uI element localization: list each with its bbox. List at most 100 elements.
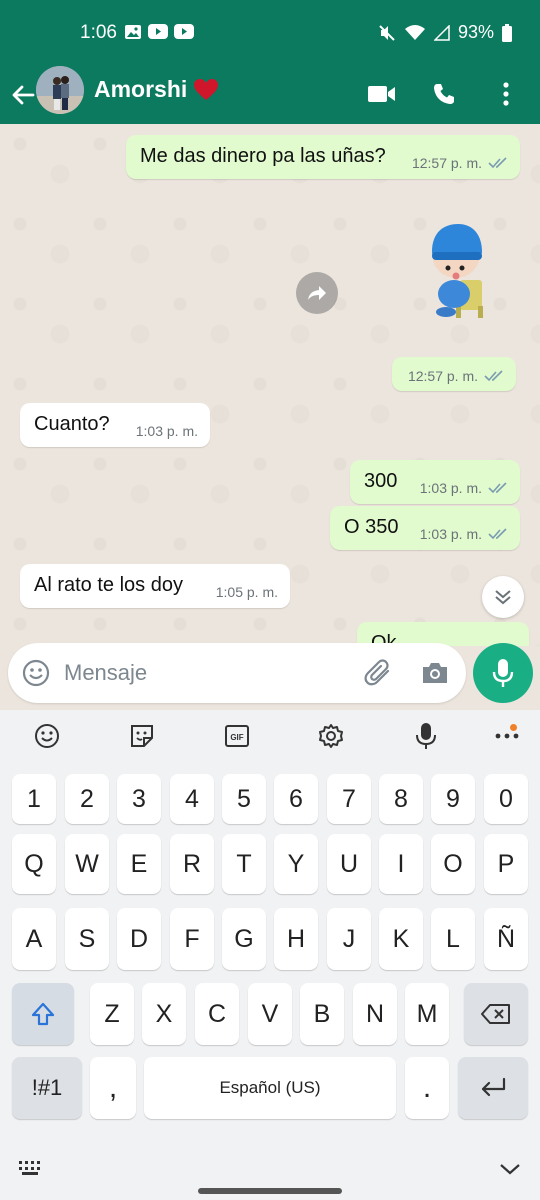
key-1[interactable]: 1 — [12, 774, 56, 824]
backspace-icon — [481, 1004, 510, 1024]
home-gesture-bar[interactable] — [198, 1188, 342, 1194]
attach-button[interactable] — [362, 657, 394, 689]
kb-gif-button[interactable]: GIF — [221, 720, 253, 752]
message-time: 1:03 p. m. — [135, 423, 198, 439]
backspace-key[interactable] — [464, 983, 528, 1045]
message-meta: 1:03 p. m. — [420, 480, 508, 496]
key-a[interactable]: A — [12, 908, 56, 970]
contact-avatar[interactable] — [36, 66, 84, 114]
message-meta: 12:57 p. m. — [408, 368, 504, 384]
voice-message-button[interactable] — [473, 643, 533, 703]
key-h[interactable]: H — [274, 908, 318, 970]
key-n-tilde[interactable]: Ñ — [484, 908, 528, 970]
voice-call-button[interactable] — [428, 74, 460, 114]
key-3[interactable]: 3 — [117, 774, 161, 824]
enter-icon — [481, 1077, 506, 1097]
key-7[interactable]: 7 — [327, 774, 371, 824]
emoji-button[interactable] — [20, 657, 52, 689]
read-ticks-icon — [488, 528, 507, 540]
forward-button[interactable] — [296, 272, 338, 314]
key-r[interactable]: R — [170, 834, 214, 894]
key-f[interactable]: F — [170, 908, 214, 970]
key-k[interactable]: K — [379, 908, 423, 970]
key-0[interactable]: 0 — [484, 774, 528, 824]
kb-emoji-button[interactable] — [31, 720, 63, 752]
key-b[interactable]: B — [300, 983, 344, 1045]
contact-name[interactable]: Amorshi — [94, 76, 219, 103]
key-d[interactable]: D — [117, 908, 161, 970]
message-bubble-outgoing[interactable]: Me das dinero pa las uñas? 12:57 p. m. — [126, 135, 520, 179]
kb-sticker-button[interactable] — [126, 720, 158, 752]
key-9[interactable]: 9 — [431, 774, 475, 824]
key-j[interactable]: J — [327, 908, 371, 970]
key-o[interactable]: O — [431, 834, 475, 894]
key-8[interactable]: 8 — [379, 774, 423, 824]
key-p[interactable]: P — [484, 834, 528, 894]
double-chevron-down-icon — [495, 590, 511, 605]
key-5[interactable]: 5 — [222, 774, 266, 824]
key-n[interactable]: N — [353, 983, 397, 1045]
key-4[interactable]: 4 — [170, 774, 214, 824]
enter-key[interactable] — [458, 1057, 528, 1119]
battery-icon — [502, 23, 512, 42]
period-key[interactable]: . — [405, 1057, 449, 1119]
emoji-icon — [22, 659, 50, 687]
sticker-message[interactable] — [420, 218, 496, 322]
key-u[interactable]: U — [327, 834, 371, 894]
phone-call-icon — [434, 84, 454, 104]
shift-key[interactable] — [12, 983, 74, 1045]
voice-input-icon — [416, 723, 436, 749]
shift-arrow-icon — [31, 1002, 55, 1026]
key-e[interactable]: E — [117, 834, 161, 894]
message-bubble-incoming[interactable]: Al rato te los doy 1:05 p. m. — [20, 564, 290, 608]
contact-name-text: Amorshi — [94, 76, 188, 102]
key-6[interactable]: 6 — [274, 774, 318, 824]
back-button[interactable] — [8, 74, 38, 116]
message-time: 1:05 p. m. — [215, 584, 278, 600]
message-bubble-incoming[interactable]: Cuanto? 1:03 p. m. — [20, 403, 210, 447]
hide-keyboard-button[interactable] — [494, 1156, 526, 1182]
symbols-key[interactable]: !#1 — [12, 1057, 82, 1119]
more-icon — [495, 733, 519, 739]
video-call-button[interactable] — [366, 74, 398, 114]
youtube-icon — [174, 24, 194, 39]
key-w[interactable]: W — [65, 834, 109, 894]
chat-header: Amorshi — [0, 66, 540, 124]
sticker-icon — [131, 725, 153, 747]
key-2[interactable]: 2 — [65, 774, 109, 824]
youtube-icon — [148, 24, 168, 39]
kb-more-button[interactable] — [491, 720, 523, 752]
key-t[interactable]: T — [222, 834, 266, 894]
scroll-to-bottom-button[interactable] — [482, 576, 524, 618]
keyboard-switch-button[interactable] — [16, 1156, 46, 1180]
kb-settings-button[interactable] — [315, 720, 347, 752]
message-input[interactable] — [64, 653, 344, 693]
comma-key[interactable]: , — [90, 1057, 136, 1119]
key-v[interactable]: V — [248, 983, 292, 1045]
message-time: 12:57 p. m. — [407, 368, 478, 384]
on-screen-keyboard: GIF 1 2 3 4 5 6 7 8 9 0 Q W E R T Y U I … — [0, 710, 540, 1200]
status-bar: 1:06 93% — [0, 0, 540, 66]
key-g[interactable]: G — [222, 908, 266, 970]
key-s[interactable]: S — [65, 908, 109, 970]
message-bubble-outgoing[interactable]: O 350 1:03 p. m. — [330, 506, 520, 550]
key-z[interactable]: Z — [90, 983, 134, 1045]
key-y[interactable]: Y — [274, 834, 318, 894]
key-m[interactable]: M — [405, 983, 449, 1045]
read-ticks-icon — [488, 157, 507, 169]
key-c[interactable]: C — [195, 983, 239, 1045]
space-key[interactable]: Español (US) — [144, 1057, 396, 1119]
status-time: 1:06 — [80, 22, 117, 43]
key-i[interactable]: I — [379, 834, 423, 894]
more-options-icon — [503, 82, 509, 106]
key-x[interactable]: X — [142, 983, 186, 1045]
more-options-button[interactable] — [490, 74, 522, 114]
key-q[interactable]: Q — [12, 834, 56, 894]
message-list[interactable]: Me das dinero pa las uñas? 12:57 p. m. 1… — [0, 124, 540, 646]
sticker-timestamp-bubble: 12:57 p. m. — [392, 357, 516, 391]
camera-button[interactable] — [418, 657, 452, 689]
message-bubble-outgoing[interactable]: 300 1:03 p. m. — [350, 460, 520, 504]
paperclip-icon — [364, 659, 390, 686]
key-l[interactable]: L — [431, 908, 475, 970]
kb-voice-input-button[interactable] — [410, 720, 442, 752]
